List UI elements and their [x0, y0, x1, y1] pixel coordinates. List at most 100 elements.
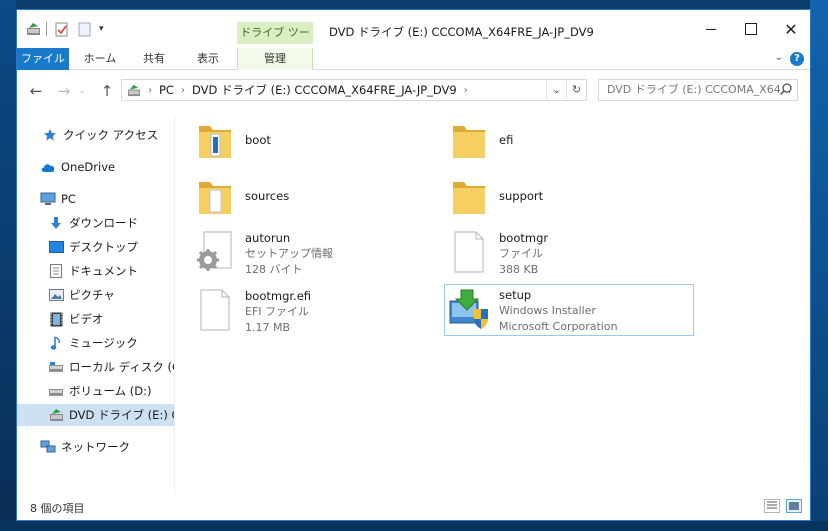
navigation-bar: ← → ⌄ ↑ › PC › DVD ドライブ (E:) CCCOMA_X64F…	[17, 77, 810, 105]
sidebar-item-label: デスクトップ	[69, 240, 138, 254]
folder-icon	[191, 172, 239, 220]
desktop-background-right	[810, 0, 828, 531]
file-name: support	[499, 189, 544, 203]
maximize-button[interactable]	[731, 14, 771, 44]
computer-icon	[40, 191, 56, 207]
file-item-efi[interactable]: efi	[445, 116, 695, 168]
refresh-icon[interactable]: ↻	[566, 80, 586, 100]
address-dropdown-icon[interactable]: ⌄	[546, 80, 566, 100]
file-item-autorun[interactable]: autorun セットアップ情報 128 バイト	[191, 228, 441, 280]
breadcrumb-separator: ›	[148, 84, 152, 96]
sidebar-item-label: クイック アクセス	[63, 128, 159, 142]
close-button[interactable]: ✕	[771, 14, 811, 44]
sidebar-item-quick-access[interactable]: クイック アクセス	[17, 124, 174, 146]
sidebar-item-videos[interactable]: ビデオ	[17, 308, 174, 330]
item-count: 8 個の項目	[30, 502, 85, 515]
large-icons-view-icon[interactable]	[786, 499, 802, 513]
file-publisher: Microsoft Corporation	[499, 320, 618, 333]
sidebar-item-desktop[interactable]: デスクトップ	[17, 236, 174, 258]
explorer-window: ▾ ドライブ ツール DVD ドライブ (E:) CCCOMA_X64FRE_J…	[16, 9, 811, 521]
document-icon	[48, 263, 64, 279]
back-arrow-icon[interactable]: ←	[26, 81, 46, 101]
file-item-boot[interactable]: boot	[191, 116, 441, 168]
window-title: DVD ドライブ (E:) CCCOMA_X64FRE_JA-JP_DV9	[329, 25, 594, 39]
search-input[interactable]: DVD ドライブ (E:) CCCOMA_X64...	[598, 79, 798, 101]
new-folder-icon[interactable]	[78, 21, 92, 37]
video-icon	[48, 311, 64, 327]
sidebar-item-network[interactable]: ネットワーク	[17, 436, 174, 458]
desktop-icon	[48, 239, 64, 255]
sidebar-item-label: ピクチャ	[69, 288, 115, 302]
help-icon[interactable]: ?	[790, 52, 804, 66]
breadcrumb-separator: ›	[180, 84, 185, 96]
tab-manage[interactable]: 管理	[237, 48, 313, 70]
search-placeholder: DVD ドライブ (E:) CCCOMA_X64...	[607, 83, 792, 96]
quick-access-separator	[46, 22, 47, 36]
installer-icon	[445, 285, 493, 333]
address-bar[interactable]: › PC › DVD ドライブ (E:) CCCOMA_X64FRE_JA-JP…	[121, 79, 587, 101]
sidebar-item-downloads[interactable]: ダウンロード	[17, 212, 174, 234]
folder-icon	[445, 116, 493, 164]
tab-file[interactable]: ファイル	[17, 48, 69, 70]
sidebar-item-music[interactable]: ミュージック	[17, 332, 174, 354]
sidebar-item-local-disk-c[interactable]: ローカル ディスク (C:)	[17, 356, 174, 378]
sidebar-item-label: ビデオ	[69, 312, 104, 326]
sidebar-item-label: ボリューム (D:)	[69, 384, 152, 398]
sidebar-item-volume-d[interactable]: ボリューム (D:)	[17, 380, 174, 402]
sidebar-item-onedrive[interactable]: OneDrive	[17, 156, 174, 178]
sidebar-item-documents[interactable]: ドキュメント	[17, 260, 174, 282]
file-type: セットアップ情報	[245, 247, 333, 260]
file-item-bootmgr[interactable]: bootmgr ファイル 388 KB	[445, 228, 695, 280]
desktop-background-bottom	[0, 521, 828, 531]
sidebar-item-dvd-drive-e[interactable]: DVD ドライブ (E:) CCC	[17, 404, 174, 426]
file-type: ファイル	[499, 247, 543, 260]
customize-quick-access-icon[interactable]: ▾	[99, 21, 104, 37]
up-arrow-icon[interactable]: ↑	[97, 81, 117, 101]
tab-home[interactable]: ホーム	[77, 48, 123, 70]
properties-icon[interactable]	[55, 21, 69, 37]
file-name: bootmgr.efi	[245, 289, 312, 303]
contextual-tab-drive-tools: ドライブ ツール	[237, 22, 313, 61]
file-item-bootmgr-efi[interactable]: bootmgr.efi EFI ファイル 1.17 MB	[191, 286, 441, 338]
sidebar-item-label: DVD ドライブ (E:) CCC	[69, 408, 174, 422]
expand-ribbon-icon[interactable]: ⌄	[775, 52, 783, 63]
file-name: boot	[245, 133, 271, 147]
desktop-background-left	[0, 0, 16, 531]
minimize-button[interactable]	[691, 14, 731, 44]
sidebar-item-pictures[interactable]: ピクチャ	[17, 284, 174, 306]
file-name: bootmgr	[499, 231, 549, 245]
details-view-icon[interactable]	[764, 499, 780, 513]
sidebar-item-label: ドキュメント	[69, 264, 138, 278]
sidebar-item-label: PC	[61, 192, 76, 206]
file-name: setup	[499, 288, 532, 302]
download-icon	[48, 215, 64, 231]
settings-file-icon	[191, 228, 239, 276]
blank-file-icon	[191, 286, 239, 334]
title-bar: ▾ ドライブ ツール DVD ドライブ (E:) CCCOMA_X64FRE_J…	[17, 10, 811, 61]
file-item-setup[interactable]: setup Windows Installer Microsoft Corpor…	[444, 284, 694, 336]
folder-icon	[191, 116, 239, 164]
navigation-pane: クイック アクセス OneDrive PC ダウンロード デスクトップ ドキュメ…	[17, 116, 174, 494]
breadcrumb-pc[interactable]: PC	[159, 83, 174, 97]
breadcrumb-dvd-drive[interactable]: DVD ドライブ (E:) CCCOMA_X64FRE_JA-JP_DV9	[192, 82, 457, 98]
star-icon	[42, 127, 58, 143]
file-item-support[interactable]: support	[445, 172, 695, 224]
blank-file-icon	[445, 228, 493, 276]
folder-icon	[445, 172, 493, 220]
tab-view[interactable]: 表示	[185, 48, 231, 70]
file-size: 128 バイト	[245, 263, 303, 276]
file-item-sources[interactable]: sources	[191, 172, 441, 224]
network-icon	[40, 439, 56, 455]
file-list: boot efi sources support autorun セットアップ情…	[175, 110, 811, 494]
address-drive-icon	[127, 84, 141, 97]
file-name: autorun	[245, 231, 291, 245]
local-disk-icon	[48, 359, 64, 375]
recent-locations-icon[interactable]: ⌄	[72, 81, 92, 101]
file-size: 1.17 MB	[245, 321, 291, 334]
search-icon[interactable]	[779, 82, 793, 96]
tab-share[interactable]: 共有	[131, 48, 177, 70]
sidebar-item-pc[interactable]: PC	[17, 188, 174, 210]
cloud-icon	[40, 159, 56, 175]
forward-arrow-icon[interactable]: →	[54, 81, 74, 101]
file-type: Windows Installer	[499, 304, 597, 317]
